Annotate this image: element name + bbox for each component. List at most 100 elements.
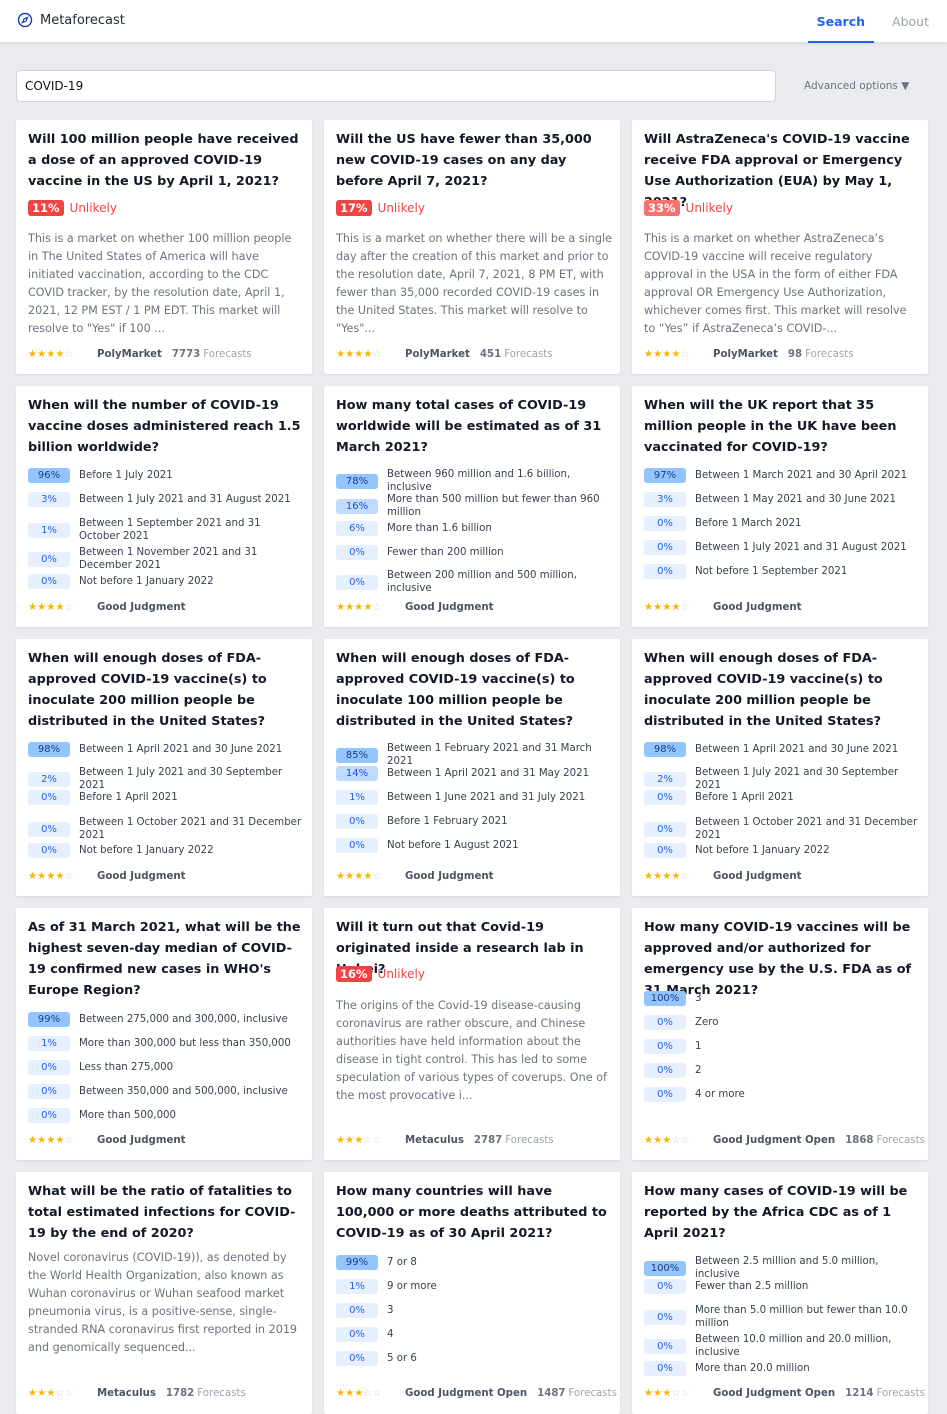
option-row: 1% Between 1 September 2021 and 31 Octobe… [28,517,304,543]
option-label: Between 1 February 2021 and 31 March 202… [387,743,592,767]
option-probability: 0% [336,814,378,829]
question-card[interactable]: How many COVID-19 vaccines will be appro… [632,908,928,1160]
platform-name: Good Judgment [713,871,802,882]
option-probability: 0% [28,821,70,837]
question-title: When will the UK report that 35 million … [644,398,897,455]
top-bar: Metaforecast Search About [0,0,947,43]
option-row: 2% Between 1 July 2021 and 30 September 2… [644,766,920,792]
quality-stars: ★★★★☆ [644,349,690,360]
advanced-options-toggle[interactable]: Advanced options ▼ [804,80,909,92]
card-footer: ★★★★☆ PolyMarket 451 Forecasts [336,349,553,360]
option-label: Between 1 March 2021 and 30 April 2021 [695,470,908,481]
option-label: Not before 1 August 2021 [387,840,519,851]
platform-name: Good Judgment Open [405,1388,528,1399]
option-row: 0% 3 [336,1303,612,1318]
quality-stars: ★★★☆☆ [644,1388,690,1399]
forecast-count: 2787 [473,1135,503,1146]
option-label: Between 200 million and 500 million, inc… [387,570,577,594]
question-card[interactable]: Will 100 million people have received a … [16,120,312,374]
option-probability: 3% [28,492,70,507]
brand-link[interactable]: Metaforecast [17,12,125,28]
option-row: 0% Zero [644,1015,920,1030]
option-label: More than 1.6 billion [387,523,492,534]
forecast-label: Forecasts [203,349,252,360]
option-row: 97% Between 1 March 2021 and 30 April 202… [644,468,920,483]
search-input[interactable] [16,70,776,102]
option-label: Between 275,000 and 300,000, inclusive [79,1014,288,1025]
option-label: Between 1 July 2021 and 30 September 202… [79,767,283,791]
question-card[interactable]: How many cases of COVID-19 will be repor… [632,1172,928,1414]
option-probability: 78% [336,473,378,489]
card-footer: ★★★★☆ Good Judgment [336,871,503,882]
question-card[interactable]: How many countries will have 100,000 or … [324,1172,620,1414]
platform-name: Metaculus [405,1135,464,1146]
question-card[interactable]: As of 31 March 2021, what will be the hi… [16,908,312,1160]
option-label: More than 5.0 million but fewer than 10.… [695,1305,908,1329]
option-row: 0% 4 or more [644,1087,920,1102]
option-probability: 99% [28,1012,70,1027]
question-card[interactable]: When will the number of COVID-19 vaccine… [16,386,312,627]
option-row: 98% Between 1 April 2021 and 30 June 2021 [28,742,304,757]
probability-row: 11% Unlikely [28,200,117,216]
option-probability: 0% [644,1063,686,1078]
option-label: Between 1 July 2021 and 31 August 2021 [695,542,907,553]
option-probability: 0% [336,1351,378,1366]
quality-stars: ★★★★☆ [28,871,74,882]
question-title: When will enough doses of FDA-approved C… [28,651,267,729]
platform-name: Good Judgment Open [713,1135,836,1146]
option-probability: 0% [28,1108,70,1123]
option-row: 0% 5 or 6 [336,1351,612,1366]
option-row: 96% Before 1 July 2021 [28,468,304,483]
question-title: How many countries will have 100,000 or … [336,1184,607,1241]
card-footer: ★★★☆☆ Metaculus 1782 Forecasts [28,1388,246,1399]
option-label: Between 350,000 and 500,000, inclusive [79,1086,288,1097]
option-row: 78% Between 960 million and 1.6 billion, … [336,468,612,494]
option-label: 2 [695,1065,702,1076]
quality-stars: ★★★★☆ [644,602,690,613]
card-footer: ★★★★☆ PolyMarket 98 Forecasts [644,349,854,360]
question-card[interactable]: When will enough doses of FDA-approved C… [324,639,620,896]
option-row: 0% 2 [644,1063,920,1078]
option-row: 100% 3 [644,991,920,1006]
tab-search[interactable]: Search [807,0,875,43]
question-card[interactable]: How many total cases of COVID-19 worldwi… [324,386,620,627]
probability-row: 16% Unlikely [336,966,425,982]
option-probability: 0% [644,564,686,579]
probability-badge: 11% [28,200,64,216]
probability-word: Unlikely [685,201,733,215]
card-footer: ★★★☆☆ Metaculus 2787 Forecasts [336,1135,554,1146]
tab-about[interactable]: About [883,0,938,43]
option-probability: 0% [644,1279,686,1294]
question-card[interactable]: When will the UK report that 35 million … [632,386,928,627]
question-card[interactable]: When will enough doses of FDA-approved C… [16,639,312,896]
probability-badge: 16% [336,966,372,982]
option-label: Not before 1 September 2021 [695,566,848,577]
option-row: 0% 4 [336,1327,612,1342]
platform-name: Good Judgment [97,1135,186,1146]
question-card[interactable]: Will the US have fewer than 35,000 new C… [324,120,620,374]
card-footer: ★★★★☆ PolyMarket 7773 Forecasts [28,349,252,360]
question-card[interactable]: Will AstraZeneca's COVID-19 vaccine rece… [632,120,928,374]
option-row: 0% Before 1 April 2021 [28,790,304,805]
question-description: This is a market on whether AstraZeneca’… [644,232,907,335]
option-probability: 97% [644,468,686,483]
compass-icon [17,12,33,28]
question-description: This is a market on whether there will b… [336,232,612,335]
quality-stars: ★★★★☆ [644,871,690,882]
platform-name: Metaculus [97,1388,156,1399]
card-footer: ★★★☆☆ Good Judgment Open 1868 Forecasts [644,1135,925,1146]
option-probability: 0% [644,1039,686,1054]
top-nav: Search About [807,0,947,43]
question-card[interactable]: Will it turn out that Covid-19 originate… [324,908,620,1160]
option-label: Before 1 July 2021 [79,470,173,481]
option-label: More than 500,000 [79,1110,177,1121]
option-row: 0% Between 350,000 and 500,000, inclusive [28,1084,304,1099]
quality-stars: ★★★☆☆ [336,1135,382,1146]
forecast-label: Forecasts [505,1135,554,1146]
question-card[interactable]: When will enough doses of FDA-approved C… [632,639,928,896]
question-card[interactable]: What will be the ratio of fatalities to … [16,1172,312,1414]
option-probability: 3% [644,492,686,507]
platform-name: Good Judgment [405,871,494,882]
probability-badge: 33% [644,200,680,216]
quality-stars: ★★★☆☆ [28,1388,74,1399]
